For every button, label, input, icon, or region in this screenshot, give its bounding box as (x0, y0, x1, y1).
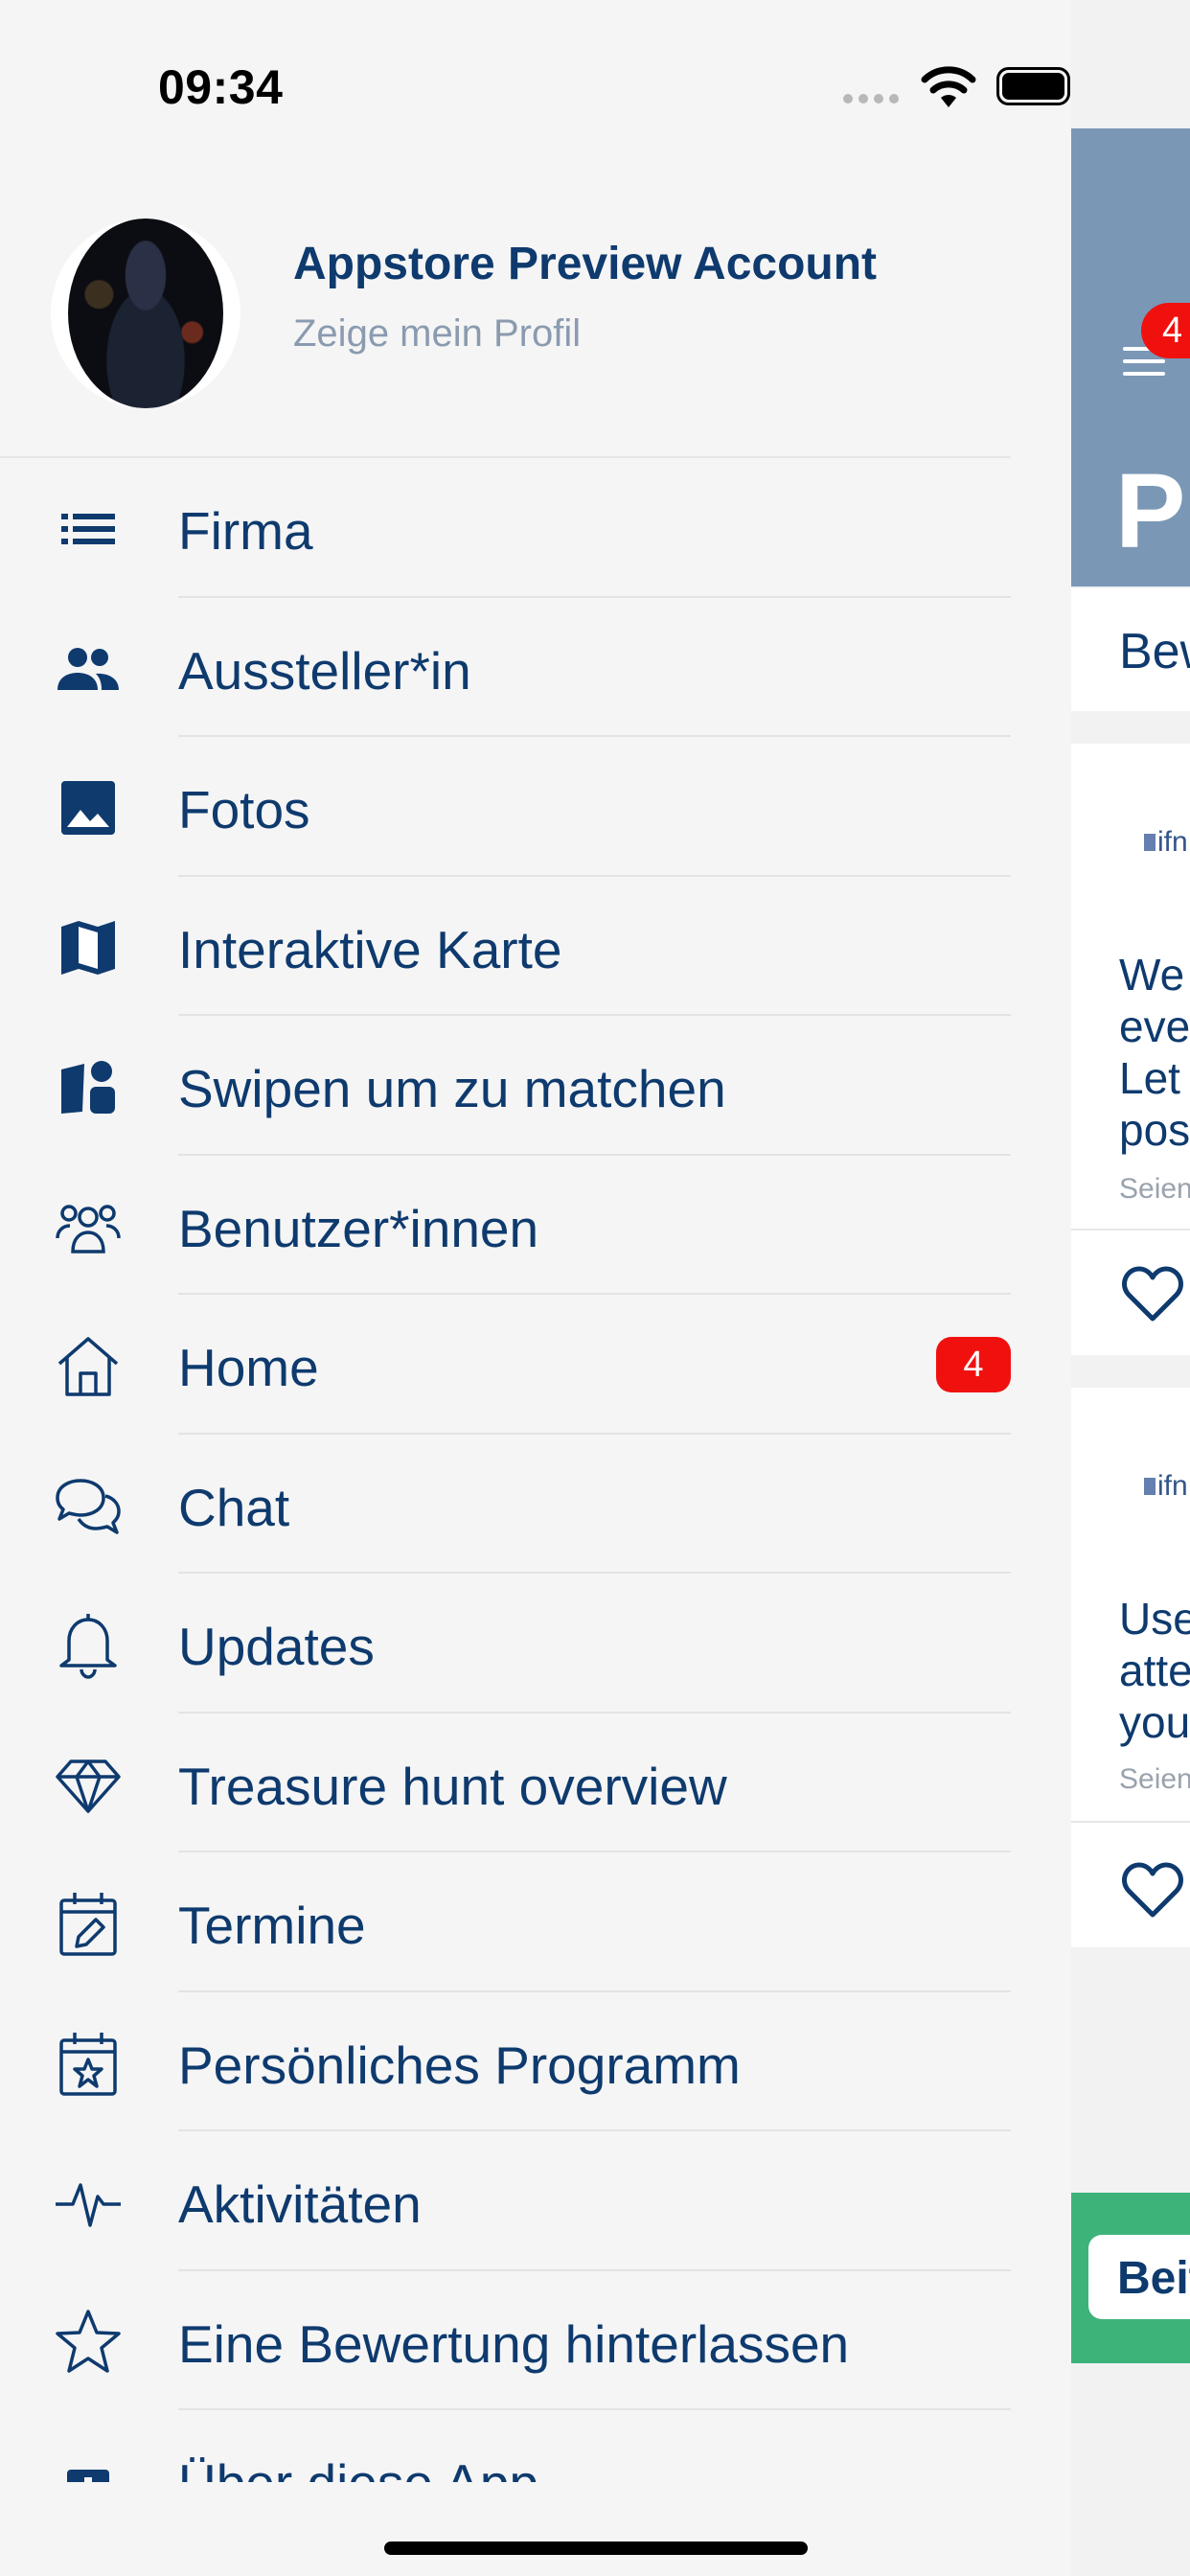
menu-item-label: Termine (178, 1896, 366, 1955)
header-badge: 4 (1141, 303, 1190, 358)
menu-item-firma[interactable]: Firma (0, 458, 1011, 598)
list-icon (50, 496, 126, 562)
menu-item-chat[interactable]: Chat (0, 1435, 1011, 1574)
info-icon (50, 2449, 126, 2482)
menu-item-label: Home (178, 1338, 319, 1397)
main-tab[interactable]: Bew (1071, 588, 1190, 711)
card-text: We ever Let pos (1119, 950, 1190, 1155)
map-icon (50, 915, 126, 980)
activity-icon (50, 2170, 126, 2235)
cta-button[interactable]: Beit (1088, 2235, 1190, 2319)
menu-item-label: Über diese App (178, 2452, 538, 2482)
navigation-drawer: Appstore Preview Account Zeige mein Prof… (0, 0, 1071, 2576)
calendar-edit-icon (50, 1891, 126, 1956)
menu-item-interaktive-karte[interactable]: Interaktive Karte (0, 877, 1011, 1016)
main-title: Pi (1115, 452, 1190, 570)
show-profile-link[interactable]: Zeige mein Profil (293, 312, 581, 356)
menu-item-aussteller[interactable]: Aussteller*in (0, 598, 1011, 737)
bell-icon (50, 1612, 126, 1679)
menu-item-label: Aktivitäten (178, 2174, 422, 2234)
menu-item-label: Aussteller*in (178, 640, 471, 701)
menu-item-label: Swipen um zu matchen (178, 1059, 726, 1118)
main-screen-peek[interactable]: 4 Pi Bew ifn We ever Let pos Seien ifn U… (1071, 0, 1190, 2576)
menu-item-persoenliches-programm[interactable]: Persönliches Programm (0, 1992, 1011, 2131)
menu-item-label: Persönliches Programm (178, 2035, 741, 2095)
menu-item-label: Firma (178, 501, 313, 561)
diamond-icon (50, 1752, 126, 1817)
feed-card[interactable]: ifn We ever Let pos Seien (1071, 744, 1190, 1355)
calendar-star-icon (50, 2031, 126, 2096)
home-icon (50, 1333, 126, 1398)
card-meta: Seien (1119, 1763, 1190, 1795)
menu-item-aktivitaeten[interactable]: Aktivitäten (0, 2131, 1011, 2271)
heart-icon[interactable] (1121, 1861, 1184, 1919)
menu-item-label: Chat (178, 1477, 290, 1537)
drawer-menu: Firma Aussteller*in Fotos Interaktive Ka… (0, 458, 1011, 2482)
company-logo: ifn (1144, 826, 1188, 859)
home-indicator[interactable] (384, 2542, 808, 2555)
swipe-match-icon (50, 1054, 126, 1119)
heart-icon[interactable] (1121, 1265, 1184, 1322)
menu-item-label: Fotos (178, 780, 310, 840)
users-icon (50, 1194, 126, 1259)
menu-item-ueber-diese-app[interactable]: Über diese App (0, 2410, 1011, 2482)
menu-item-label: Interaktive Karte (178, 919, 562, 979)
menu-item-treasure-hunt[interactable]: Treasure hunt overview (0, 1714, 1011, 1852)
menu-item-label: Treasure hunt overview (178, 1756, 727, 1816)
user-name[interactable]: Appstore Preview Account (293, 238, 877, 290)
menu-item-benutzer[interactable]: Benutzer*innen (0, 1156, 1011, 1295)
menu-item-fotos[interactable]: Fotos (0, 737, 1011, 877)
menu-item-label: Updates (178, 1617, 375, 1676)
menu-item-home[interactable]: Home 4 (0, 1295, 1011, 1435)
feed-card[interactable]: ifn Use atte you Seien (1071, 1388, 1190, 1947)
company-logo: ifn (1144, 1470, 1188, 1503)
people-icon (50, 636, 126, 702)
menu-item-swipen[interactable]: Swipen um zu matchen (0, 1016, 1011, 1156)
menu-item-bewertung[interactable]: Eine Bewertung hinterlassen (0, 2271, 1011, 2410)
avatar[interactable] (51, 218, 240, 408)
star-icon (50, 2309, 126, 2375)
card-text: Use atte you (1119, 1594, 1190, 1747)
notification-badge: 4 (936, 1337, 1011, 1392)
menu-item-label: Eine Bewertung hinterlassen (178, 2313, 850, 2374)
cta-banner: Beit (1071, 2193, 1190, 2363)
menu-item-updates[interactable]: Updates (0, 1574, 1011, 1714)
menu-item-termine[interactable]: Termine (0, 1852, 1011, 1992)
chat-icon (50, 1473, 126, 1538)
photo-icon (50, 775, 126, 840)
card-meta: Seien (1119, 1173, 1190, 1205)
menu-item-label: Benutzer*innen (178, 1198, 539, 1258)
